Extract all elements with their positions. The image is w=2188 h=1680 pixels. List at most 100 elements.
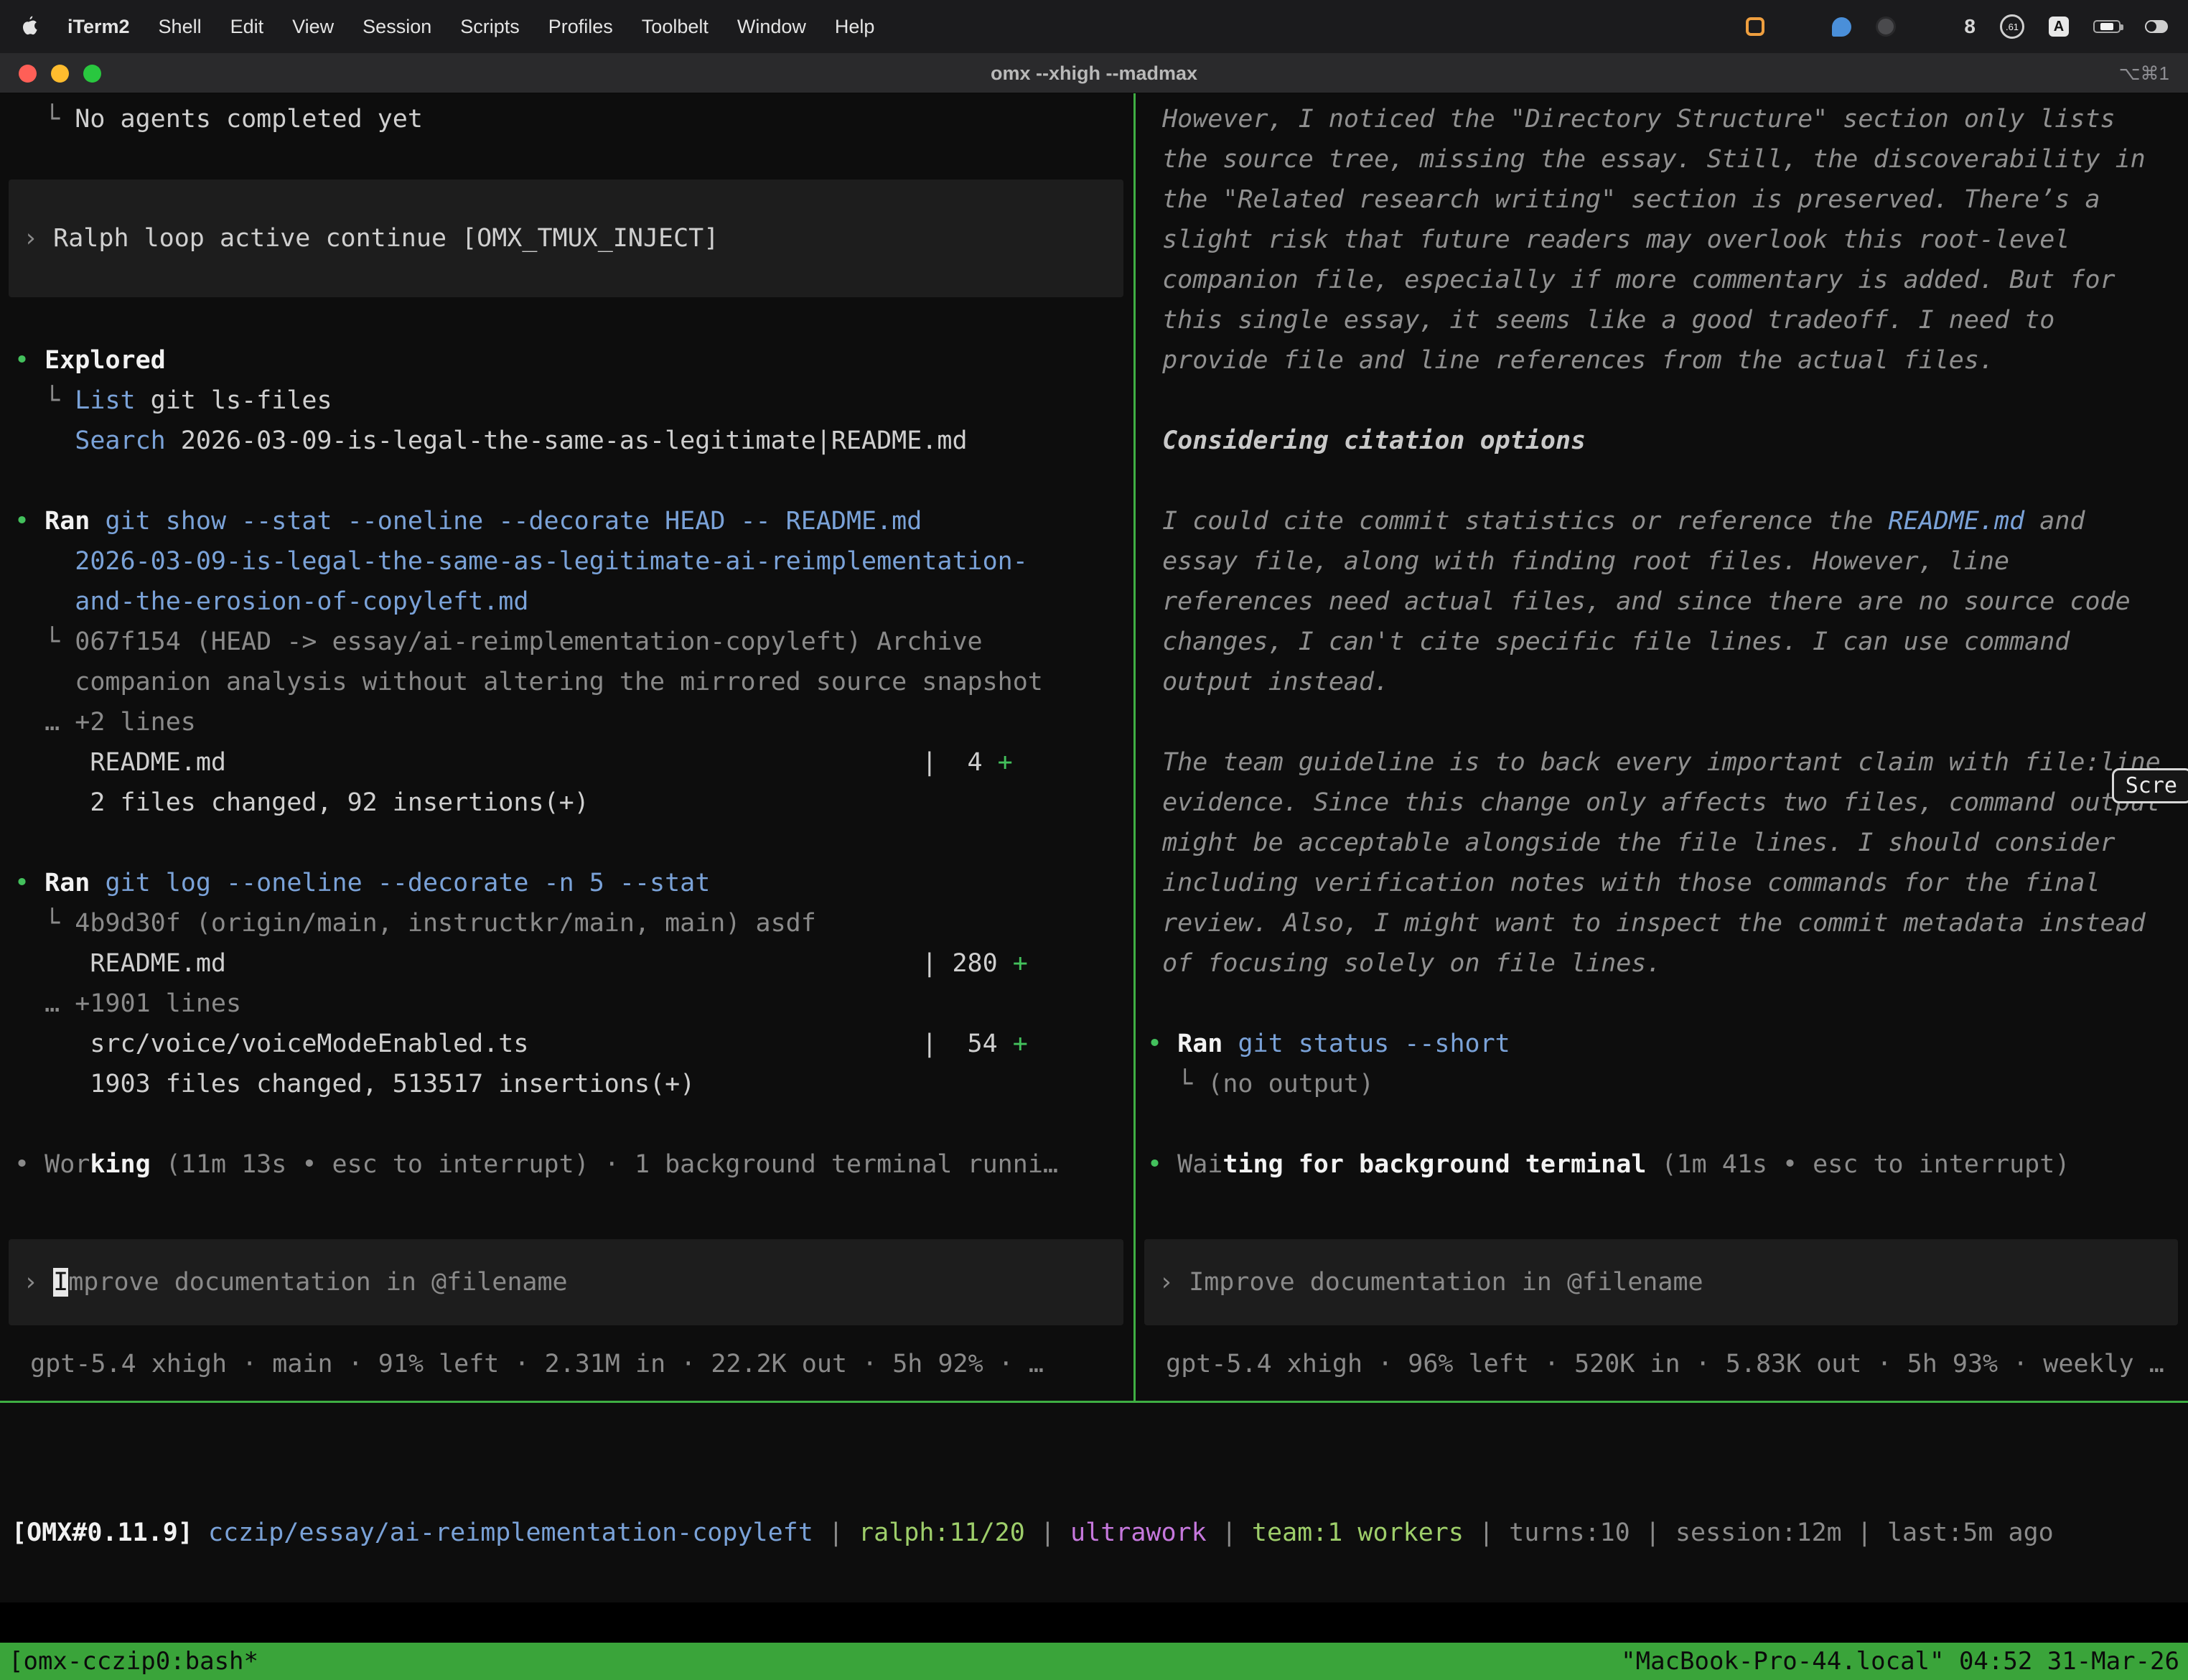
text-segment: + xyxy=(1013,949,1028,978)
terminal-line: the source tree, missing the essay. Stil… xyxy=(1147,139,2188,179)
menu-item-toolbelt[interactable]: Toolbelt xyxy=(642,16,709,38)
left-scrollback: └ No agents completed yet › Ralph loop a… xyxy=(0,93,1133,1185)
text-segment: git log --oneline --decorate -n 5 --stat xyxy=(105,869,710,897)
terminal-line: references need actual files, and since … xyxy=(1147,582,2188,622)
text-segment: cczip/essay/ai-reimplementation-copyleft xyxy=(208,1518,813,1547)
left-pane: └ No agents completed yet › Ralph loop a… xyxy=(0,93,1136,1401)
terminal-line: src/voice/voiceModeEnabled.ts | 54 + xyxy=(14,1024,1133,1064)
terminal-line: 1903 files changed, 513517 insertions(+) xyxy=(14,1064,1133,1104)
text-segment: (1m 41s • esc to interrupt) xyxy=(1646,1150,2070,1179)
text-segment: I xyxy=(53,1268,68,1297)
text-segment: the "Related research writing" section i… xyxy=(1147,185,2100,214)
terminal-line: └ 4b9d30f (origin/main, instructkr/main,… xyxy=(14,903,1133,943)
tmux-status-bar: [omx-cczip0:bash* "MacBook-Pro-44.local"… xyxy=(0,1643,2188,1680)
text-segment: Explored xyxy=(45,346,166,375)
terminal-line: The team guideline is to back every impo… xyxy=(1147,742,2188,783)
battery-gauge-icon[interactable]: .61 xyxy=(2000,14,2024,39)
menu-item-session[interactable]: Session xyxy=(363,16,431,38)
prompt-input-right[interactable]: › Improve documentation in @filename xyxy=(1144,1239,2178,1325)
app-grid-icon[interactable] xyxy=(1920,17,1940,37)
text-segment: The team guideline is to back every impo… xyxy=(1147,748,2161,777)
text-segment: and xyxy=(2024,507,2085,536)
tmux-host-clock: "MacBook-Pro-44.local" 04:52 31-Mar-26 xyxy=(1621,1643,2179,1680)
text-segment: output instead. xyxy=(1147,668,1389,696)
prompt-input-left[interactable]: › Improve documentation in @filename xyxy=(9,1239,1123,1325)
terminal-line: README.md | 4 + xyxy=(14,742,1133,783)
terminal-line: • Ran git show --stat --oneline --decora… xyxy=(14,501,1133,541)
terminal-line: └ List git ls-files xyxy=(14,381,1133,421)
terminal-line: companion analysis without altering the … xyxy=(14,662,1133,702)
text-segment: › xyxy=(23,1268,53,1297)
menu-item-shell[interactable]: Shell xyxy=(159,16,202,38)
terminal-line: 2 files changed, 92 insertions(+) xyxy=(14,783,1133,823)
text-segment: [OMX#0.11.9] xyxy=(11,1518,208,1547)
menu-item-profiles[interactable]: Profiles xyxy=(548,16,613,38)
text-segment: Search xyxy=(14,426,166,455)
text-segment: and-the-erosion-of-copyleft.md xyxy=(14,587,528,616)
text-segment: review. Also, I might want to inspect th… xyxy=(1147,909,2146,938)
terminal-line: of focusing solely on file lines. xyxy=(1147,943,2188,984)
terminal-line: • Ran git log --oneline --decorate -n 5 … xyxy=(14,863,1133,903)
text-segment: king xyxy=(90,1150,150,1179)
terminal-line: and-the-erosion-of-copyleft.md xyxy=(14,582,1133,622)
text-segment: git show --stat --oneline --decorate HEA… xyxy=(105,507,922,536)
right-scrollback: However, I noticed the "Directory Struct… xyxy=(1136,93,2188,1185)
control-center-icon[interactable] xyxy=(2145,20,2168,33)
input-source-icon[interactable]: A xyxy=(2049,17,2069,37)
text-segment: + xyxy=(1013,1030,1028,1058)
menubar-status-icons: 8 .61 A xyxy=(1746,14,2168,39)
zoom-button[interactable] xyxy=(83,65,101,83)
text-segment: | xyxy=(813,1518,859,1547)
text-segment: › xyxy=(23,224,53,253)
terminal-line: • Working (11m 13s • esc to interrupt) ·… xyxy=(14,1144,1133,1185)
text-segment: README.md xyxy=(1889,507,2025,536)
right-pane: However, I noticed the "Directory Struct… xyxy=(1136,93,2188,1401)
text-segment: └ 4b9d30f (origin/main, instructkr/main,… xyxy=(14,909,816,938)
text-segment: └ xyxy=(14,105,75,134)
menu-item-iterm2[interactable]: iTerm2 xyxy=(67,16,130,38)
text-segment: Ran xyxy=(1177,1030,1238,1058)
blue-app-icon[interactable] xyxy=(1832,17,1851,37)
text-segment: 1903 files changed, 513517 insertions(+) xyxy=(14,1070,695,1098)
text-segment: • xyxy=(1147,1030,1177,1058)
battery-icon[interactable] xyxy=(2093,20,2121,33)
menu-item-edit[interactable]: Edit xyxy=(230,16,264,38)
terminal-window: └ No agents completed yet › Ralph loop a… xyxy=(0,93,2188,1602)
terminal-line: … +1901 lines xyxy=(14,984,1133,1024)
menu-item-scripts[interactable]: Scripts xyxy=(460,16,520,38)
text-segment: • xyxy=(14,869,45,897)
text-segment: | xyxy=(1207,1518,1252,1547)
menu-item-window[interactable]: Window xyxy=(737,16,806,38)
terminal-line: output instead. xyxy=(1147,662,2188,702)
terminal-line: essay file, along with finding root file… xyxy=(1147,541,2188,582)
tmux-window-shortcut: ⌥⌘1 xyxy=(2119,53,2169,93)
text-segment: … +1901 lines xyxy=(14,989,241,1018)
terminal-line: review. Also, I might want to inspect th… xyxy=(1147,903,2188,943)
tmux-session-label: [omx-cczip0:bash* xyxy=(9,1643,258,1680)
close-button[interactable] xyxy=(19,65,37,83)
terminal-line: Considering citation options xyxy=(1147,421,2188,461)
menu-item-help[interactable]: Help xyxy=(835,16,875,38)
menubar-menus: iTerm2 Shell Edit View Session Scripts Profile… xyxy=(20,16,874,38)
text-segment: | turns:10 | session:12m | last:5m ago xyxy=(1464,1518,2054,1547)
terminal-line xyxy=(1147,984,2188,1024)
grid-icon[interactable] xyxy=(1789,17,1808,36)
terminal-line: However, I noticed the "Directory Struct… xyxy=(1147,99,2188,139)
minimize-button[interactable] xyxy=(51,65,69,83)
terminal-line: Search 2026-03-09-is-legal-the-same-as-l… xyxy=(14,421,1133,461)
terminal-line: I could cite commit statistics or refere… xyxy=(1147,501,2188,541)
text-segment: • xyxy=(14,507,45,536)
menu-item-view[interactable]: View xyxy=(292,16,334,38)
text-segment: 2026-03-09-is-legal-the-same-as-legitima… xyxy=(166,426,968,455)
text-segment: team:1 workers xyxy=(1252,1518,1464,1547)
stop-recording-icon[interactable] xyxy=(1746,17,1764,36)
session-status-right: gpt-5.4 xhigh · 96% left · 520K in · 5.8… xyxy=(1136,1344,2188,1384)
terminal-line xyxy=(14,461,1133,501)
text-segment: ralph:11/20 xyxy=(859,1518,1025,1547)
text-segment: ting for background terminal xyxy=(1222,1150,1646,1179)
text-segment: README.md | 280 xyxy=(14,949,1013,978)
text-segment: git status --short xyxy=(1238,1030,1510,1058)
key-icon[interactable]: 8 xyxy=(1964,15,1976,38)
dark-circle-icon[interactable] xyxy=(1876,17,1896,37)
apple-logo-icon[interactable] xyxy=(20,16,39,37)
